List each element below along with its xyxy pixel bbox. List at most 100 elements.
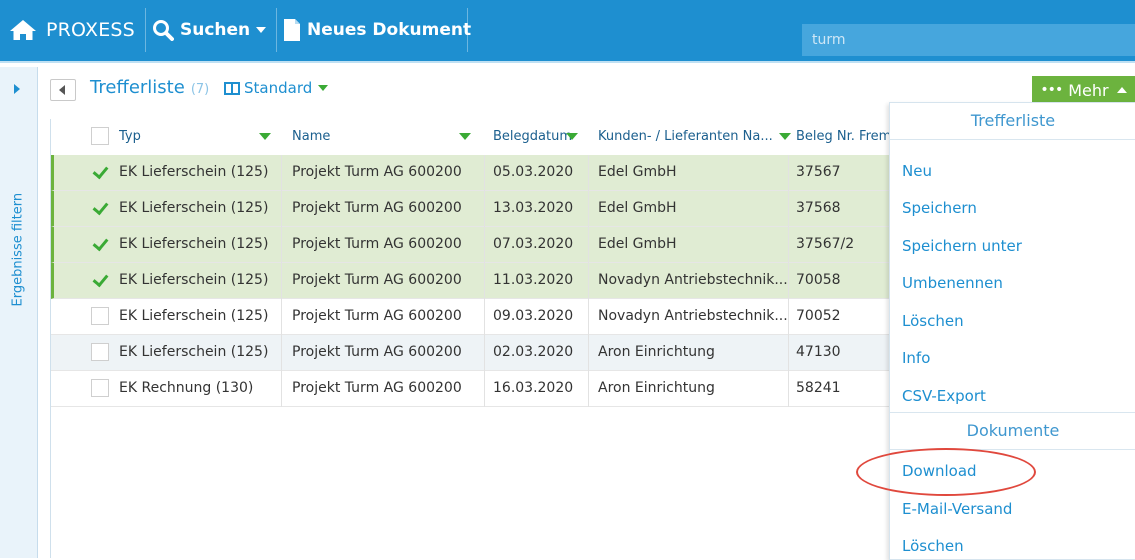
column-divider	[588, 155, 589, 191]
column-divider	[588, 335, 589, 371]
filter-sidebar[interactable]: Ergebnisse filtern	[0, 67, 38, 558]
select-all-checkbox[interactable]	[91, 127, 109, 145]
sort-caret-icon[interactable]	[259, 133, 271, 140]
new-document-label: Neues Dokument	[307, 20, 472, 40]
cell-beleg-nr: 37568	[796, 200, 841, 216]
cell-kunde: Edel GmbH	[598, 200, 677, 216]
column-divider	[484, 227, 485, 263]
checked-checkbox-icon[interactable]	[91, 199, 109, 217]
caret-down-icon	[318, 85, 329, 91]
cell-belegdatum: 07.03.2020	[493, 236, 574, 252]
column-divider	[281, 155, 282, 191]
column-divider	[588, 263, 589, 299]
menu-item-loeschen[interactable]: Löschen	[902, 312, 964, 330]
page-title: Trefferliste (7)	[90, 77, 209, 98]
sort-caret-icon[interactable]	[779, 133, 791, 140]
sort-caret-icon[interactable]	[459, 133, 471, 140]
filter-results-label[interactable]: Ergebnisse filtern	[11, 193, 26, 307]
cell-typ: EK Lieferschein (125)	[119, 272, 269, 288]
cell-beleg-nr: 70052	[796, 308, 841, 324]
table-row[interactable]: EK Lieferschein (125) Projekt Turm AG 600…	[51, 263, 891, 299]
cell-kunde: Edel GmbH	[598, 236, 677, 252]
column-header-kunde[interactable]: Kunden- / Lieferanten Na...	[598, 129, 786, 144]
table-row[interactable]: EK Lieferschein (125) Projekt Turm AG 600…	[51, 335, 891, 371]
cell-beleg-nr: 37567	[796, 164, 841, 180]
cell-name: Projekt Turm AG 600200	[292, 308, 462, 324]
column-divider	[484, 191, 485, 227]
sort-caret-icon[interactable]	[566, 133, 578, 140]
menu-section-dokumente: Dokumente	[890, 412, 1135, 450]
table-row[interactable]: EK Lieferschein (125) Projekt Turm AG 600…	[51, 299, 891, 335]
caret-up-icon	[1116, 87, 1127, 93]
checked-checkbox-icon[interactable]	[91, 271, 109, 289]
more-button[interactable]: ••• Mehr	[1032, 76, 1135, 104]
row-checkbox[interactable]	[91, 307, 109, 325]
cell-name: Projekt Turm AG 600200	[292, 200, 462, 216]
caret-down-icon	[256, 27, 267, 33]
column-divider	[588, 191, 589, 227]
cell-typ: EK Lieferschein (125)	[119, 200, 269, 216]
cell-typ: EK Lieferschein (125)	[119, 164, 269, 180]
back-button[interactable]	[50, 79, 76, 101]
cell-kunde: Aron Einrichtung	[598, 380, 715, 396]
menu-item-info[interactable]: Info	[902, 349, 930, 367]
divider	[145, 8, 146, 52]
column-divider	[588, 371, 589, 407]
cell-belegdatum: 16.03.2020	[493, 380, 574, 396]
menu-item-umbenennen[interactable]: Umbenennen	[902, 274, 1003, 292]
view-selector[interactable]: Standard	[224, 79, 329, 97]
column-divider	[484, 299, 485, 335]
table-row[interactable]: EK Rechnung (130) Projekt Turm AG 600200 1…	[51, 371, 891, 407]
menu-item-email-versand[interactable]: E-Mail-Versand	[902, 500, 1012, 518]
cell-name: Projekt Turm AG 600200	[292, 236, 462, 252]
cell-beleg-nr: 47130	[796, 344, 841, 360]
global-search-input[interactable]: turm	[802, 24, 1135, 56]
search-menu-button[interactable]: Suchen	[152, 14, 267, 46]
table-row[interactable]: EK Lieferschein (125) Projekt Turm AG 600…	[51, 227, 891, 263]
table-row[interactable]: EK Lieferschein (125) Projekt Turm AG 600…	[51, 155, 891, 191]
column-divider	[484, 335, 485, 371]
menu-item-speichern-unter[interactable]: Speichern unter	[902, 237, 1022, 255]
menu-section-trefferliste: Trefferliste	[890, 103, 1135, 140]
download-highlight-oval	[856, 448, 1036, 496]
cell-beleg-nr: 70058	[796, 272, 841, 288]
results-table: Typ Name Belegdatum Kunden- / Lieferante…	[50, 119, 891, 558]
column-divider	[788, 227, 789, 263]
cell-kunde: Aron Einrichtung	[598, 344, 715, 360]
brand-label: PROXESS	[46, 19, 135, 41]
cell-name: Projekt Turm AG 600200	[292, 344, 462, 360]
column-header-belegdatum[interactable]: Belegdatum	[493, 129, 571, 144]
brand-home-link[interactable]: PROXESS	[8, 14, 135, 46]
column-divider	[588, 299, 589, 335]
menu-item-csv-export[interactable]: CSV-Export	[902, 387, 986, 405]
menu-item-neu[interactable]: Neu	[902, 162, 932, 180]
column-divider	[588, 227, 589, 263]
column-header-name[interactable]: Name	[292, 129, 452, 144]
cell-name: Projekt Turm AG 600200	[292, 380, 462, 396]
column-divider	[788, 191, 789, 227]
cell-belegdatum: 05.03.2020	[493, 164, 574, 180]
column-divider	[281, 227, 282, 263]
row-checkbox[interactable]	[91, 343, 109, 361]
new-document-button[interactable]: Neues Dokument	[283, 14, 471, 46]
checked-checkbox-icon[interactable]	[91, 163, 109, 181]
column-divider	[788, 299, 789, 335]
cell-kunde: Novadyn Antriebstechnik...	[598, 272, 788, 288]
cell-belegdatum: 11.03.2020	[493, 272, 574, 288]
expand-arrow-icon[interactable]	[14, 84, 20, 94]
row-checkbox[interactable]	[91, 379, 109, 397]
menu-item-loeschen-dokument[interactable]: Löschen	[902, 537, 964, 555]
more-dots-icon: •••	[1040, 82, 1063, 98]
column-divider	[281, 335, 282, 371]
checked-checkbox-icon[interactable]	[91, 235, 109, 253]
table-header: Typ Name Belegdatum Kunden- / Lieferante…	[51, 119, 891, 156]
table-row[interactable]: EK Lieferschein (125) Projekt Turm AG 600…	[51, 191, 891, 227]
cell-kunde: Edel GmbH	[598, 164, 677, 180]
column-divider	[788, 371, 789, 407]
divider	[467, 8, 468, 52]
menu-item-speichern[interactable]: Speichern	[902, 199, 977, 217]
document-icon	[284, 19, 300, 41]
column-divider	[281, 263, 282, 299]
column-header-typ[interactable]: Typ	[119, 129, 239, 144]
column-header-beleg-nr[interactable]: Beleg Nr. Frem	[796, 129, 891, 144]
